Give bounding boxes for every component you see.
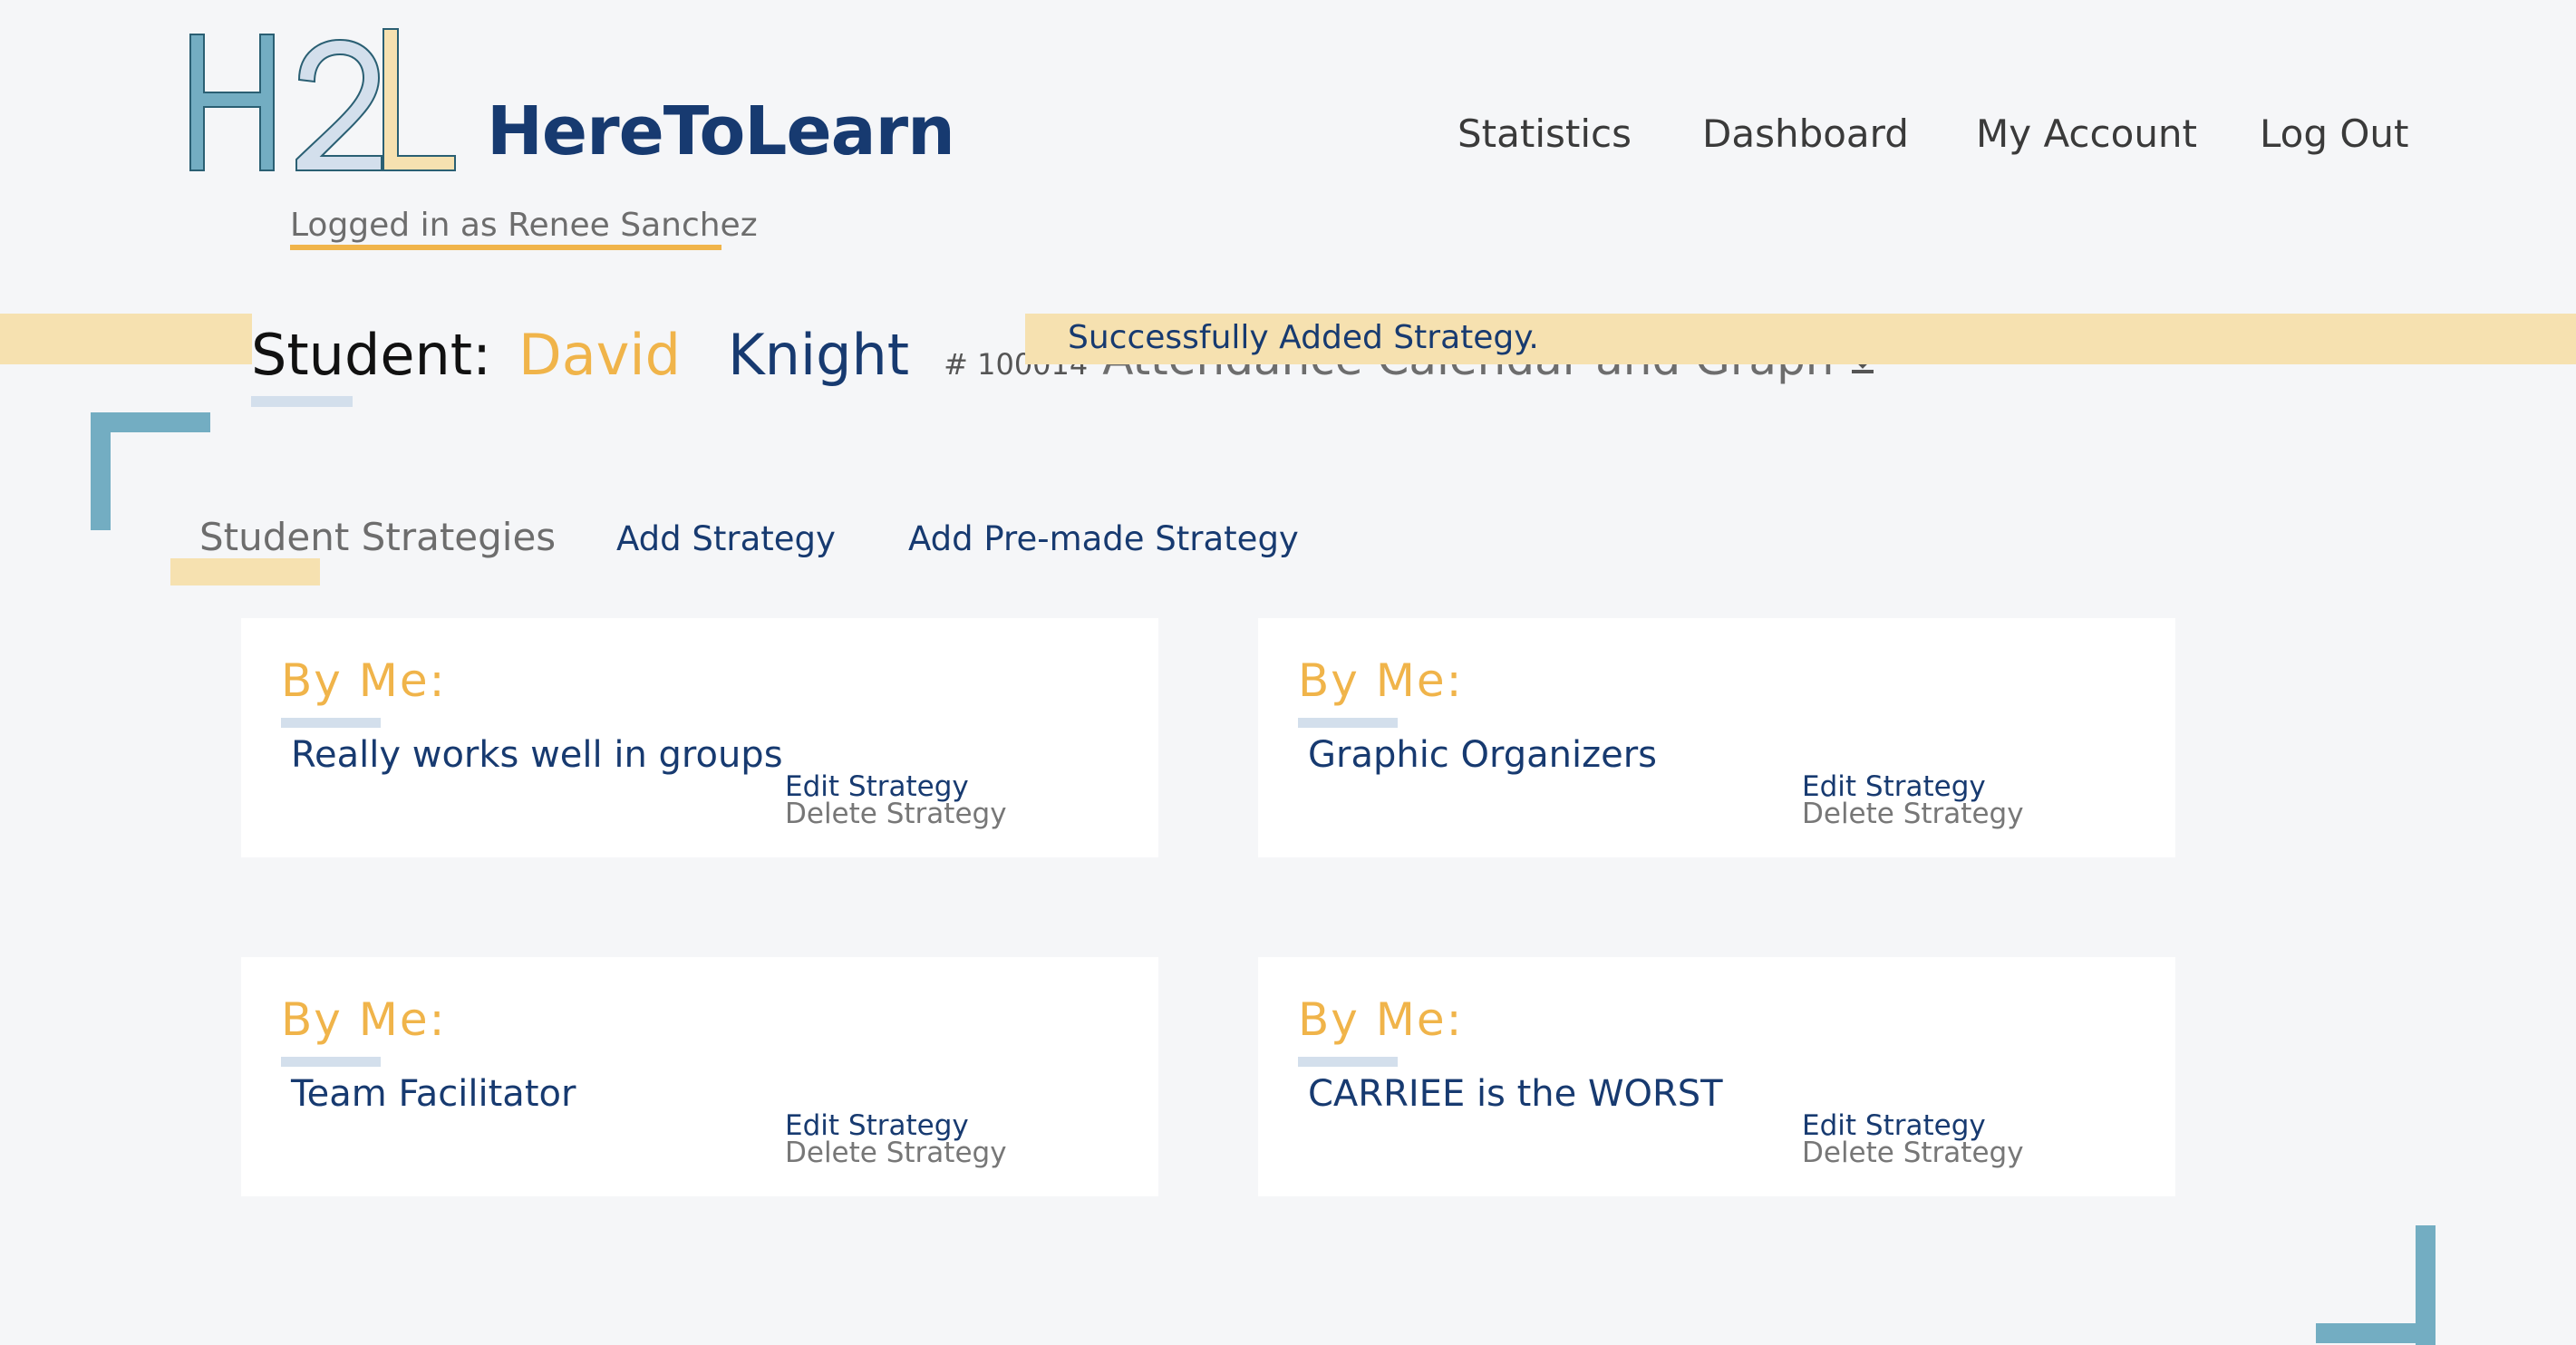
strategy-author: By Me: [281,993,447,1046]
h2l-logo[interactable] [186,27,458,172]
flash-message: Successfully Added Strategy. [1068,319,1539,356]
active-tab-underline [170,558,320,585]
strategy-name: Team Facilitator [291,1073,576,1115]
nav-my-account[interactable]: My Account [1976,111,2197,156]
strategy-author: By Me: [1298,993,1464,1046]
nav-dashboard[interactable]: Dashboard [1702,111,1909,156]
strategy-name: Graphic Organizers [1308,734,1657,776]
corner-bracket-top-left-h [91,412,210,432]
brand-name[interactable]: HereToLearn [487,92,955,170]
author-underline [1298,1057,1398,1067]
strategy-card: By Me: Graphic Organizers Edit Strategy … [1258,618,2175,857]
flash-band-left [0,314,252,364]
author-underline [1298,718,1398,728]
tab-add-premade-strategy[interactable]: Add Pre-made Strategy [908,519,1299,558]
author-underline [281,1057,381,1067]
strategy-card: By Me: Team Facilitator Edit Strategy De… [241,957,1158,1196]
nav-statistics[interactable]: Statistics [1457,111,1632,156]
strategy-name: CARRIEE is the WORST [1308,1073,1723,1115]
strategy-name: Really works well in groups [291,734,783,776]
delete-strategy-link[interactable]: Delete Strategy [785,798,1007,830]
delete-strategy-link[interactable]: Delete Strategy [1802,798,2024,830]
logged-in-link[interactable]: Logged in as Renee Sanchez [290,207,758,244]
student-underline [251,396,353,407]
author-underline [281,718,381,728]
student-last-name: Knight [727,322,910,388]
strategy-author: By Me: [281,654,447,707]
nav-log-out[interactable]: Log Out [2260,111,2409,156]
logged-in-underline [290,245,721,250]
corner-bracket-bottom-right-h [2316,1323,2436,1343]
tab-add-strategy[interactable]: Add Strategy [616,519,836,558]
student-first-name: David [518,322,681,388]
strategy-author: By Me: [1298,654,1464,707]
student-label: Student: [251,322,491,388]
strategy-card: By Me: CARRIEE is the WORST Edit Strateg… [1258,957,2175,1196]
delete-strategy-link[interactable]: Delete Strategy [785,1137,1007,1169]
delete-strategy-link[interactable]: Delete Strategy [1802,1137,2024,1169]
tab-student-strategies[interactable]: Student Strategies [199,515,556,559]
strategy-card: By Me: Really works well in groups Edit … [241,618,1158,857]
